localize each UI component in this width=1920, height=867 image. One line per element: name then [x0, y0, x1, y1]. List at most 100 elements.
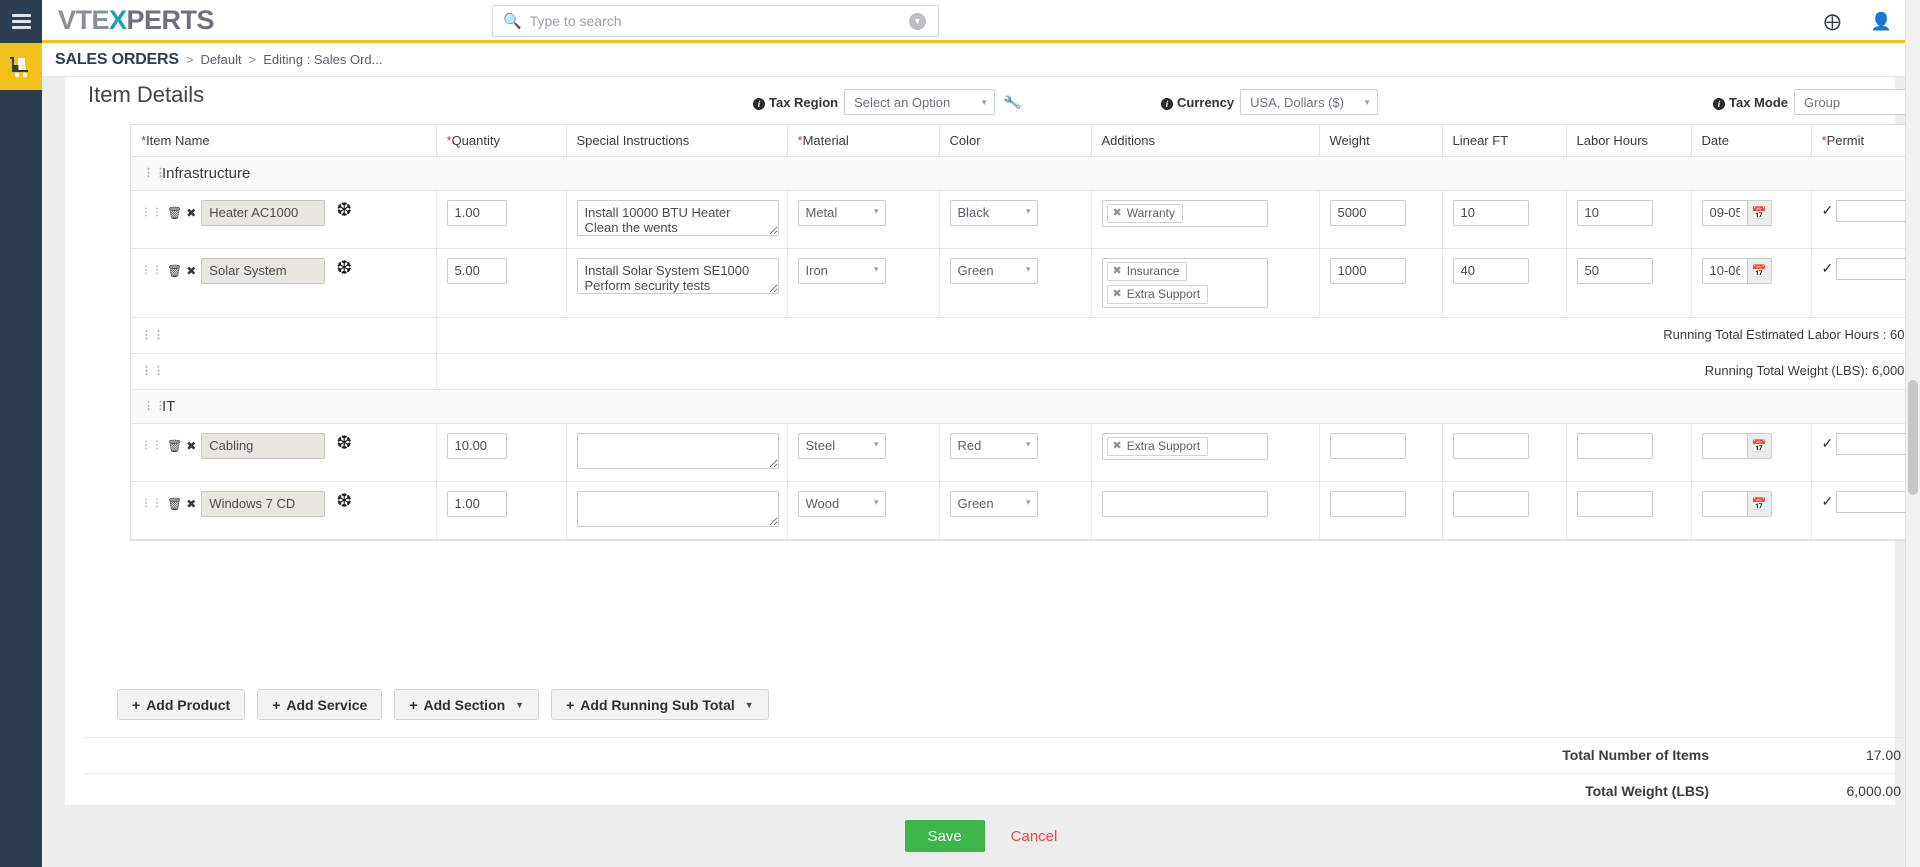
- cancel-button[interactable]: Cancel: [1011, 828, 1058, 845]
- color-select[interactable]: Black: [949, 199, 1038, 226]
- color-select[interactable]: Green: [949, 257, 1038, 284]
- date-input[interactable]: [1701, 432, 1747, 459]
- delete-row-icon[interactable]: 🗑: [167, 497, 182, 511]
- drag-handle-icon[interactable]: ⋮⋮: [141, 498, 163, 508]
- drag-handle-icon[interactable]: ⋮⋮: [141, 365, 164, 376]
- check-icon[interactable]: ✓: [1822, 493, 1834, 510]
- color-select[interactable]: Red: [949, 432, 1038, 459]
- remove-tag-icon[interactable]: ✖: [1113, 264, 1122, 277]
- menu-toggle-button[interactable]: [0, 0, 42, 43]
- tax-region-select[interactable]: Select an Option ▼: [844, 89, 996, 115]
- drag-handle-icon[interactable]: ⋮⋮: [143, 401, 166, 412]
- special-instructions-textarea[interactable]: Install Solar System SE1000 Perform secu…: [576, 257, 779, 294]
- info-icon[interactable]: i: [1161, 97, 1173, 110]
- check-icon[interactable]: ✓: [1822, 202, 1834, 219]
- additions-tagbox[interactable]: [1101, 490, 1268, 517]
- linear-ft-input[interactable]: [1452, 257, 1529, 284]
- weight-input[interactable]: [1329, 257, 1406, 284]
- plus-circle-icon[interactable]: ⨁: [1824, 12, 1841, 32]
- weight-input[interactable]: [1329, 432, 1406, 459]
- color-select[interactable]: Green: [949, 490, 1038, 517]
- permit-input[interactable]: [1836, 490, 1907, 513]
- quantity-input[interactable]: [446, 432, 507, 459]
- remove-tag-icon[interactable]: ✖: [1113, 287, 1122, 300]
- labor-hours-input[interactable]: [1576, 199, 1653, 226]
- remove-tag-icon[interactable]: ✖: [1113, 206, 1122, 219]
- quantity-input[interactable]: [446, 490, 507, 517]
- calendar-icon[interactable]: 📅: [1746, 432, 1772, 459]
- drag-handle-icon[interactable]: ⋮⋮: [141, 207, 163, 217]
- addition-tag[interactable]: ✖ Warranty: [1106, 203, 1183, 223]
- special-instructions-textarea[interactable]: [576, 490, 779, 527]
- date-input[interactable]: [1701, 490, 1747, 517]
- tax-mode-select[interactable]: Group ▼: [1794, 89, 1920, 115]
- additions-tagbox[interactable]: ✖ Extra Support: [1101, 432, 1268, 460]
- weight-input[interactable]: [1329, 199, 1406, 226]
- weight-input[interactable]: [1329, 490, 1406, 517]
- user-icon[interactable]: 👤: [1871, 12, 1892, 32]
- app-logo[interactable]: VTEXPERTS: [58, 5, 215, 36]
- scrollbar-thumb[interactable]: [1908, 380, 1918, 495]
- calendar-icon[interactable]: 📅: [1746, 199, 1772, 226]
- permit-input[interactable]: [1836, 257, 1907, 280]
- material-select[interactable]: Iron: [797, 257, 886, 284]
- add-add-service-button[interactable]: + Add Service: [257, 689, 383, 720]
- special-instructions-textarea[interactable]: [576, 432, 779, 469]
- delete-row-icon[interactable]: 🗑: [167, 439, 182, 453]
- check-icon[interactable]: ✓: [1822, 260, 1834, 277]
- breadcrumb-module[interactable]: SALES ORDERS: [55, 51, 179, 69]
- layers-icon[interactable]: ❆: [336, 492, 352, 511]
- layers-icon[interactable]: ❆: [336, 259, 352, 278]
- addition-tag[interactable]: ✖ Insurance: [1106, 261, 1188, 281]
- info-icon[interactable]: i: [1713, 97, 1725, 110]
- date-input[interactable]: [1701, 199, 1747, 226]
- labor-hours-input[interactable]: [1576, 432, 1653, 459]
- material-select[interactable]: Metal: [797, 199, 886, 226]
- special-instructions-textarea[interactable]: Install 10000 BTU Heater Clean the wents: [576, 199, 779, 236]
- remove-tag-icon[interactable]: ✖: [1113, 439, 1122, 452]
- calendar-icon[interactable]: 📅: [1746, 490, 1772, 517]
- quantity-input[interactable]: [446, 257, 507, 284]
- wrench-icon[interactable]: 🔧: [1003, 92, 1023, 112]
- date-input[interactable]: [1701, 257, 1747, 284]
- layers-icon[interactable]: ❆: [336, 201, 352, 220]
- material-select[interactable]: Steel: [797, 432, 886, 459]
- labor-hours-input[interactable]: [1576, 490, 1653, 517]
- clear-row-icon[interactable]: ✖︎: [186, 439, 196, 453]
- linear-ft-input[interactable]: [1452, 490, 1529, 517]
- addition-tag[interactable]: ✖ Extra Support: [1106, 436, 1209, 456]
- material-select[interactable]: Wood: [797, 490, 886, 517]
- breadcrumb-view[interactable]: Default: [200, 52, 241, 67]
- drag-handle-icon[interactable]: ⋮⋮: [143, 168, 166, 179]
- drag-handle-icon[interactable]: ⋮⋮: [141, 329, 164, 340]
- permit-input[interactable]: [1836, 199, 1907, 222]
- item-name-input[interactable]: [201, 432, 326, 459]
- global-search[interactable]: 🔍 ▼: [492, 5, 939, 37]
- item-name-input[interactable]: [201, 257, 326, 284]
- check-icon[interactable]: ✓: [1822, 435, 1834, 452]
- clear-row-icon[interactable]: ✖︎: [186, 264, 196, 278]
- item-name-input[interactable]: [201, 199, 326, 226]
- addition-tag[interactable]: ✖ Extra Support: [1106, 284, 1209, 304]
- labor-hours-input[interactable]: [1576, 257, 1653, 284]
- sidebar-item-sales-orders[interactable]: [0, 43, 42, 90]
- currency-select[interactable]: USA, Dollars ($) ▼: [1240, 89, 1379, 115]
- add-add-section-button[interactable]: + Add Section ▼: [394, 689, 540, 720]
- calendar-icon[interactable]: 📅: [1746, 257, 1772, 284]
- page-scrollbar[interactable]: [1905, 0, 1920, 867]
- delete-row-icon[interactable]: 🗑: [167, 264, 182, 278]
- item-name-input[interactable]: [201, 490, 326, 517]
- layers-icon[interactable]: ❆: [336, 434, 352, 453]
- add-add-product-button[interactable]: + Add Product: [117, 689, 246, 720]
- clear-row-icon[interactable]: ✖︎: [186, 206, 196, 220]
- chevron-down-icon[interactable]: ▼: [909, 12, 926, 30]
- additions-tagbox[interactable]: ✖ Warranty: [1101, 199, 1268, 227]
- info-icon[interactable]: i: [753, 97, 765, 110]
- drag-handle-icon[interactable]: ⋮⋮: [141, 440, 163, 450]
- additions-tagbox[interactable]: ✖ Insurance ✖ Extra Support: [1101, 257, 1268, 308]
- search-input[interactable]: [527, 12, 909, 30]
- linear-ft-input[interactable]: [1452, 432, 1529, 459]
- permit-input[interactable]: [1836, 432, 1907, 455]
- drag-handle-icon[interactable]: ⋮⋮: [141, 265, 163, 275]
- clear-row-icon[interactable]: ✖︎: [186, 497, 196, 511]
